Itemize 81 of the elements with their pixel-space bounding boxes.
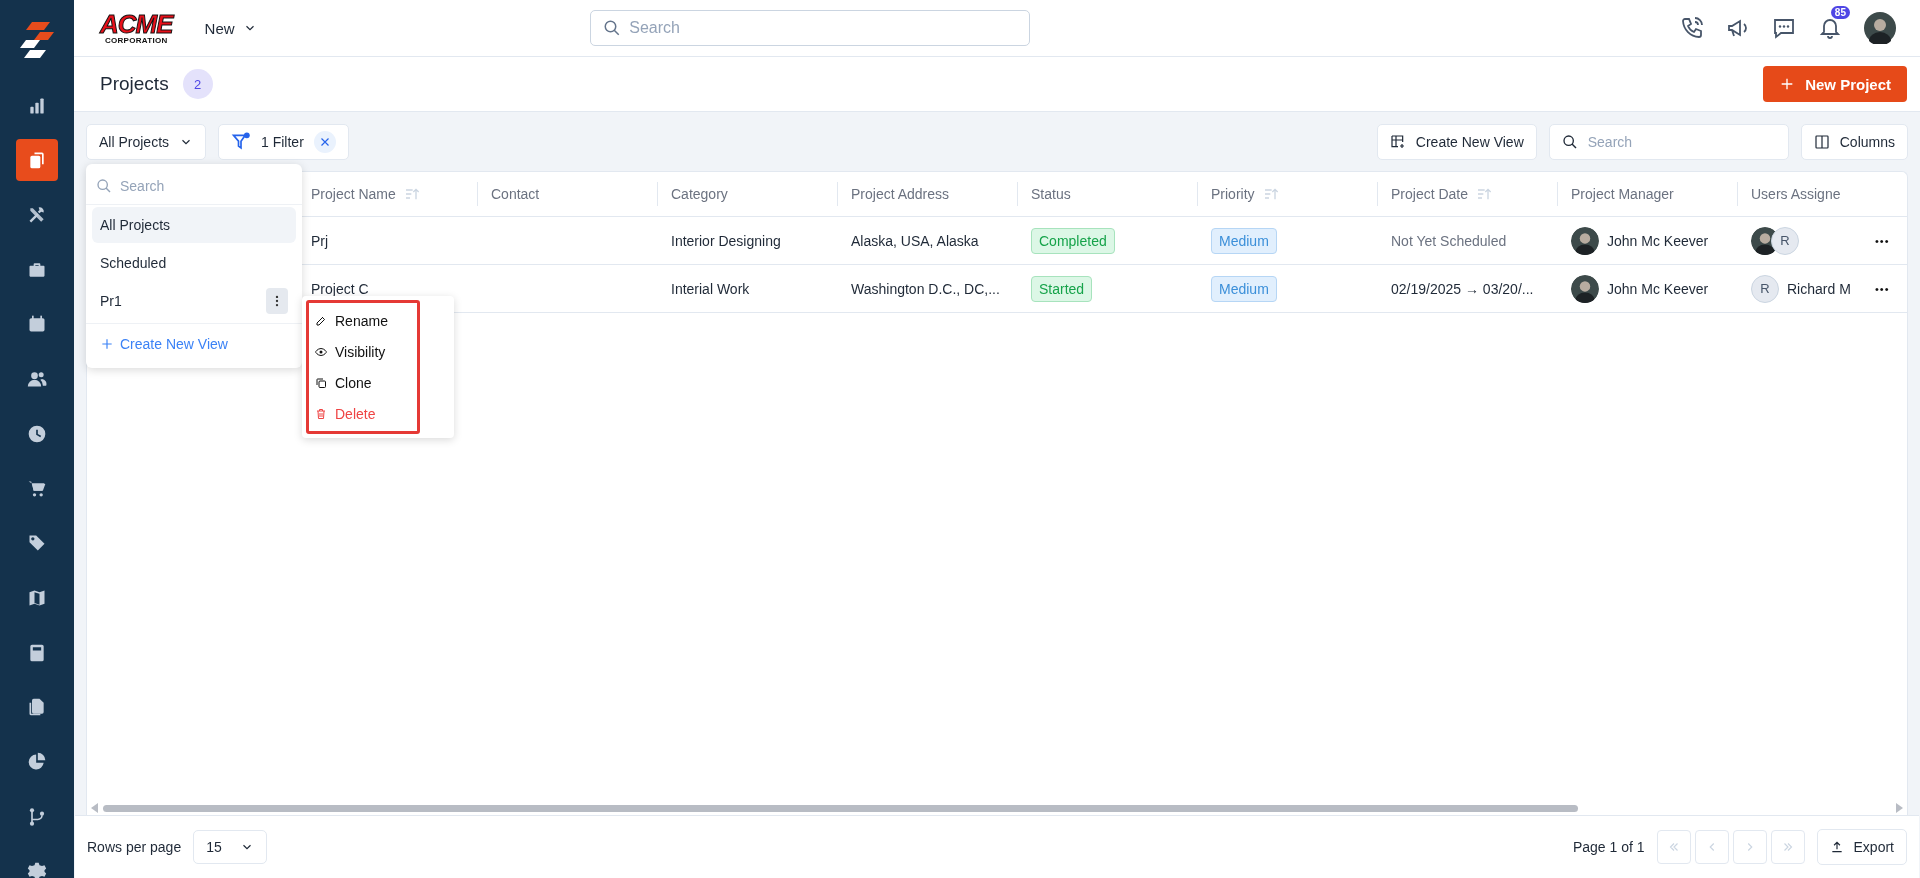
menu-item[interactable]: Clone [309,367,417,398]
users-icon [27,369,47,390]
table-cell: 02/19/2025 → 03/20/... [1391,280,1534,297]
search-icon [96,178,112,194]
more-button[interactable]: ••• [1871,278,1894,299]
avatar-icon[interactable] [1864,12,1896,44]
files-icon [27,697,47,718]
table-cell: Washington D.C., DC,... [851,280,1000,297]
new-menu[interactable]: New [200,15,261,41]
search-icon [603,19,622,37]
column-header[interactable]: Priority [1211,186,1255,202]
count-badge: 2 [182,69,213,99]
view-select[interactable]: All Projects [86,123,207,160]
create-view-button[interactable]: Create New View [1376,123,1537,160]
table-cell: John Mc Keever [1607,232,1709,249]
columns-button[interactable]: Columns [1800,123,1908,160]
filter-icon [231,131,252,152]
column-header[interactable]: Users Assigne [1751,186,1841,202]
menu-item[interactable]: Rename [309,305,417,336]
sidebar-item[interactable] [16,139,58,182]
view-option[interactable]: All Projects [92,207,296,243]
calendar-icon [27,314,47,335]
column-header[interactable]: Status [1031,186,1071,202]
column-header[interactable]: Contact [491,186,540,202]
page-title: Projects [100,73,169,95]
columns-icon [1813,133,1830,150]
logo-icon[interactable] [20,22,54,58]
notification-badge: 85 [1830,6,1850,19]
menu-item[interactable]: Delete [309,398,417,429]
chat-icon [1772,16,1796,40]
table-cell: Interior Designing [671,232,781,249]
table-cell: Project C [311,280,369,297]
search-icon [1561,133,1578,150]
avatar-icon [1571,274,1599,303]
pie-chart-icon [27,751,47,772]
gear-icon [27,861,47,878]
rows-per-page-label: Rows per page [87,839,182,855]
table-cell: Interial Work [671,280,750,297]
menu-item[interactable]: Visibility [309,336,417,367]
bell-icon [1818,16,1842,40]
initial-avatar: R [1751,274,1779,303]
new-project-button[interactable]: New Project [1763,66,1907,102]
branch-icon [27,806,47,827]
company-logo: ACME CORPORATION [100,11,173,45]
sort-icon [1476,186,1493,202]
status-tag: Started [1031,275,1093,302]
pencil-icon [315,314,327,327]
eye-icon [315,345,327,358]
rows-per-page-select[interactable]: 15 [193,830,267,864]
phone-icon [1680,16,1704,40]
more-button[interactable]: ••• [1871,230,1894,251]
view-option[interactable]: Scheduled [92,245,296,281]
clock-icon [27,423,47,444]
export-button[interactable]: Export [1816,829,1907,865]
status-tag: Completed [1031,227,1115,254]
priority-tag: Medium [1211,275,1277,302]
table-cell: Prj [311,232,329,249]
sort-icon [1262,186,1279,202]
initial-avatar: R [1771,226,1799,255]
sort-icon [403,186,420,202]
plus-icon [100,337,114,351]
column-header[interactable]: Project Name [311,186,396,202]
table-cell: Richard M [1787,280,1851,297]
column-header[interactable]: Project Date [1391,186,1469,202]
view-option[interactable]: Pr1 [92,283,296,319]
trash-icon [315,407,327,420]
calculator-icon [27,642,47,663]
table-cell: Alaska, USA, Alaska [851,232,979,249]
column-header[interactable]: Category [671,186,728,202]
table-cell: John Mc Keever [1607,280,1709,297]
page-info: Page 1 of 1 [1572,839,1645,855]
priority-tag: Medium [1211,227,1277,254]
table-cell: Not Yet Scheduled [1391,232,1507,249]
upload-icon [1829,840,1844,854]
column-header[interactable]: Project Manager [1571,186,1674,202]
clipboard-icon [27,150,47,171]
copy-icon [315,376,327,389]
column-header[interactable]: Project Address [851,186,950,202]
filter-button[interactable]: 1 Filter [218,123,349,160]
avatar-icon [1571,226,1599,255]
table-add-icon [1389,133,1406,150]
